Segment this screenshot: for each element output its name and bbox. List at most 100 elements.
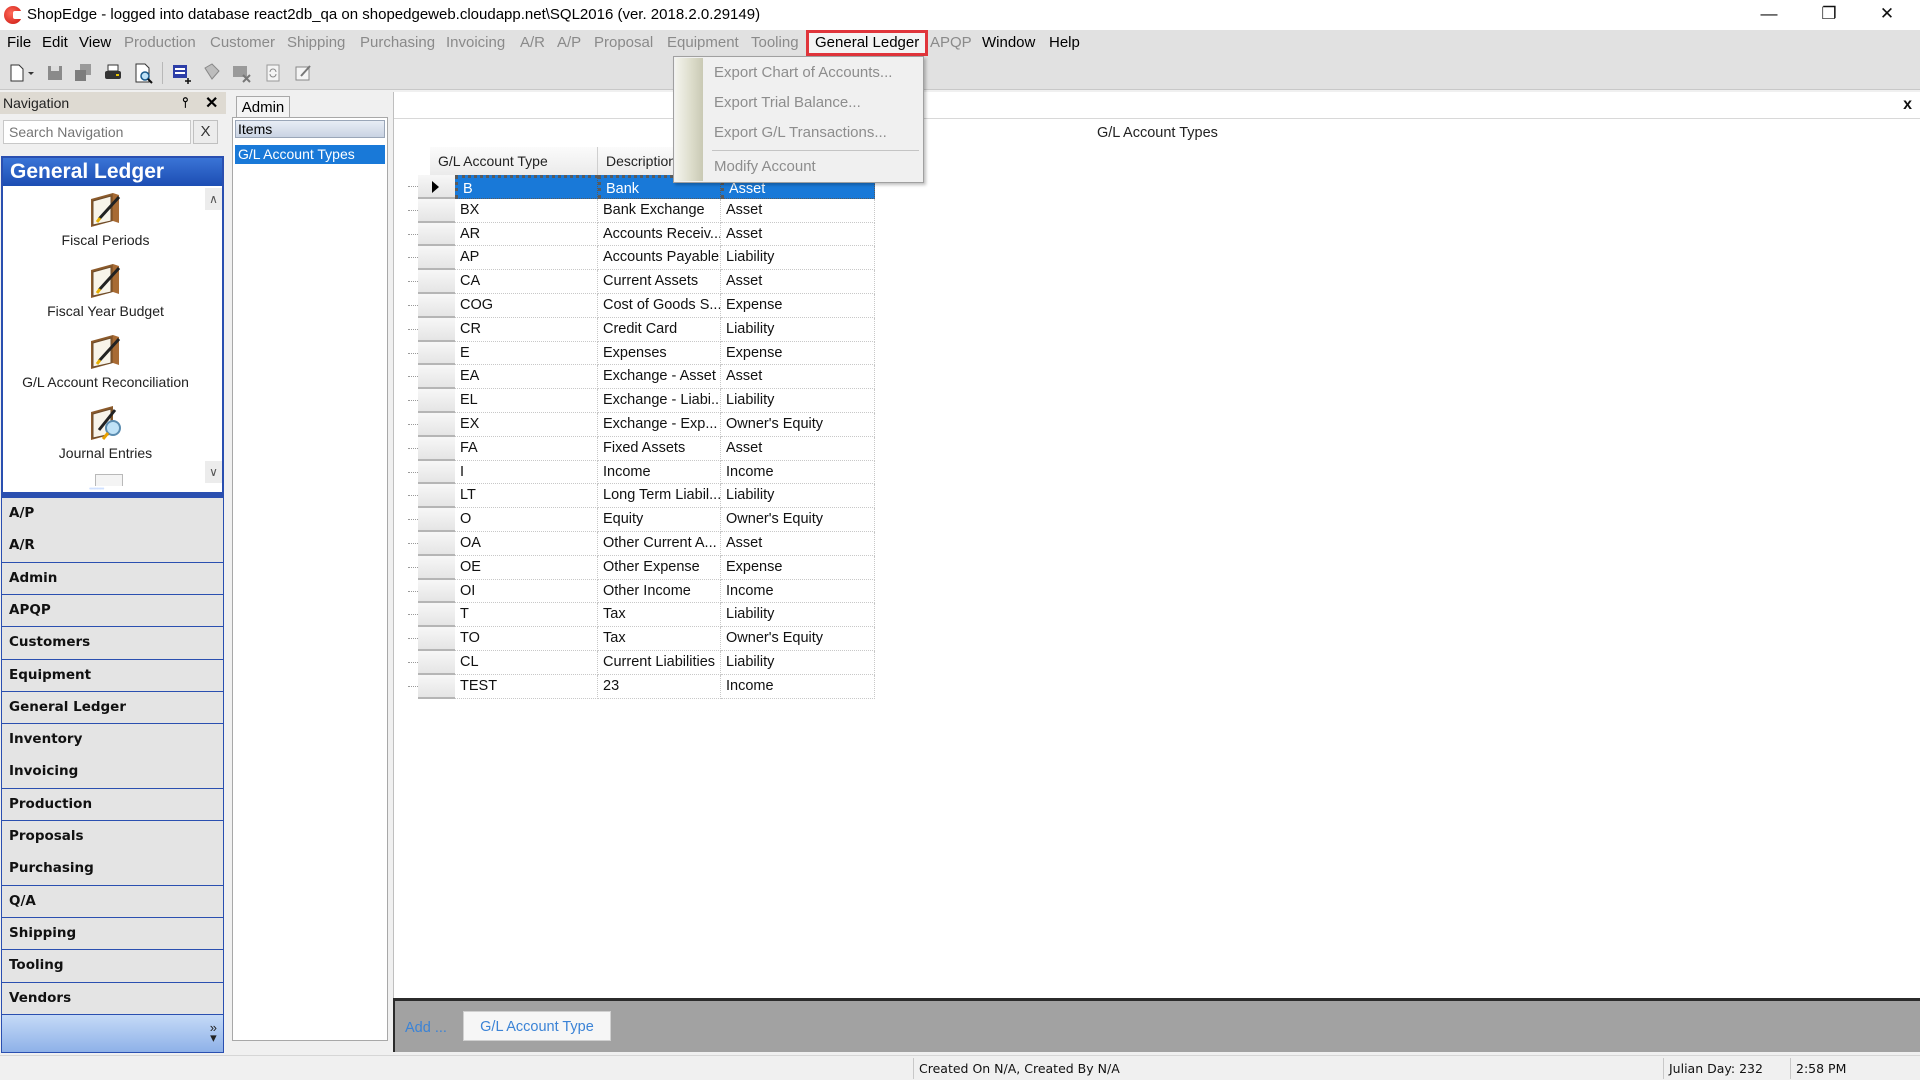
- cell-description[interactable]: Credit Card: [598, 317, 721, 342]
- cell-gl-account-type[interactable]: TEST: [455, 674, 598, 699]
- menu-general-ledger[interactable]: General Ledger: [805, 30, 929, 56]
- row-selector[interactable]: [418, 270, 455, 294]
- cell-description[interactable]: Exchange - Liabi...: [598, 389, 721, 413]
- cell-category[interactable]: Income: [721, 460, 875, 485]
- print-icon[interactable]: [102, 62, 124, 84]
- menu-ar[interactable]: A/R: [520, 33, 545, 53]
- cell-category[interactable]: Liability: [721, 603, 875, 628]
- cell-gl-account-type[interactable]: EA: [455, 365, 598, 390]
- add-record-icon[interactable]: [170, 62, 192, 84]
- cell-gl-account-type[interactable]: B: [455, 175, 598, 199]
- cell-category[interactable]: Asset: [721, 532, 875, 556]
- copy-record-icon[interactable]: [200, 62, 222, 84]
- nav-category-apqp[interactable]: APQP: [1, 594, 224, 628]
- cell-gl-account-type[interactable]: CA: [455, 270, 598, 294]
- menu-equipment[interactable]: Equipment: [667, 33, 739, 53]
- table-row[interactable]: CA Current Assets Asset: [408, 270, 888, 294]
- cell-gl-account-type[interactable]: FA: [455, 436, 598, 461]
- cell-description[interactable]: Fixed Assets: [598, 436, 721, 461]
- scroll-up-button[interactable]: ∧: [205, 188, 222, 210]
- cell-gl-account-type[interactable]: TO: [455, 627, 598, 651]
- nav-category-vendors[interactable]: Vendors: [1, 982, 224, 1015]
- table-row[interactable]: TEST 23 Income: [408, 674, 888, 699]
- menu-invoicing[interactable]: Invoicing: [446, 33, 505, 53]
- cell-gl-account-type[interactable]: CL: [455, 651, 598, 675]
- row-selector[interactable]: [418, 222, 455, 247]
- edit-icon[interactable]: [292, 62, 314, 84]
- row-selector[interactable]: [418, 436, 455, 461]
- row-selector[interactable]: [418, 484, 455, 509]
- cell-category[interactable]: Expense: [721, 294, 875, 318]
- cell-description[interactable]: Current Assets: [598, 270, 721, 294]
- cell-gl-account-type[interactable]: BX: [455, 198, 598, 223]
- cell-category[interactable]: Liability: [721, 389, 875, 413]
- row-selector[interactable]: [418, 317, 455, 342]
- cell-category[interactable]: Asset: [721, 436, 875, 461]
- table-row[interactable]: T Tax Liability: [408, 603, 888, 628]
- more-categories-button[interactable]: » ▾: [210, 1021, 217, 1044]
- cell-category[interactable]: Owner's Equity: [721, 627, 875, 651]
- cell-description[interactable]: Current Liabilities: [598, 651, 721, 675]
- row-selector[interactable]: [418, 365, 455, 390]
- cell-gl-account-type[interactable]: EX: [455, 413, 598, 437]
- menu-tooling[interactable]: Tooling: [751, 33, 799, 53]
- table-row[interactable]: LT Long Term Liabil... Liability: [408, 484, 888, 509]
- cell-gl-account-type[interactable]: I: [455, 460, 598, 485]
- nav-category-inventory[interactable]: Inventory: [1, 724, 224, 757]
- cell-description[interactable]: Bank Exchange: [598, 198, 721, 223]
- cell-category[interactable]: Owner's Equity: [721, 508, 875, 532]
- minimize-button[interactable]: —: [1740, 0, 1798, 30]
- nav-category-shipping[interactable]: Shipping: [1, 917, 224, 951]
- nav-category-invoicing[interactable]: Invoicing: [1, 756, 224, 789]
- cell-category[interactable]: Expense: [721, 341, 875, 366]
- menu-ap[interactable]: A/P: [557, 33, 581, 53]
- cell-gl-account-type[interactable]: E: [455, 341, 598, 366]
- menu-apqp[interactable]: APQP: [930, 33, 972, 53]
- row-selector[interactable]: [418, 175, 455, 199]
- cell-category[interactable]: Asset: [721, 365, 875, 390]
- column-header-gl-account-type[interactable]: G/L Account Type: [430, 147, 598, 175]
- table-row[interactable]: OI Other Income Income: [408, 579, 888, 604]
- row-selector[interactable]: [418, 674, 455, 699]
- menu-customer[interactable]: Customer: [210, 33, 275, 53]
- cell-description[interactable]: 23: [598, 674, 721, 699]
- cell-description[interactable]: Expenses: [598, 341, 721, 366]
- nav-category-general-ledger[interactable]: General Ledger: [1, 691, 224, 725]
- row-selector[interactable]: [418, 579, 455, 604]
- nav-task-fiscal-year-budget[interactable]: Fiscal Year Budget: [3, 262, 208, 319]
- menu-item-export-chart-of-accounts[interactable]: Export Chart of Accounts...: [714, 60, 892, 86]
- cell-gl-account-type[interactable]: T: [455, 603, 598, 628]
- cell-category[interactable]: Asset: [721, 198, 875, 223]
- cell-category[interactable]: Liability: [721, 651, 875, 675]
- nav-category-purchasing[interactable]: Purchasing: [1, 853, 224, 886]
- new-document-icon[interactable]: [6, 62, 28, 84]
- cell-category[interactable]: Liability: [721, 484, 875, 509]
- table-row[interactable]: EX Exchange - Exp... Owner's Equity: [408, 413, 888, 437]
- table-row[interactable]: O Equity Owner's Equity: [408, 508, 888, 532]
- table-row[interactable]: E Expenses Expense: [408, 341, 888, 366]
- row-selector[interactable]: [418, 532, 455, 556]
- cell-description[interactable]: Exchange - Exp...: [598, 413, 721, 437]
- restore-button[interactable]: ❐: [1800, 0, 1858, 30]
- nav-category-admin[interactable]: Admin: [1, 562, 224, 596]
- row-selector[interactable]: [418, 555, 455, 580]
- clear-search-button[interactable]: X: [193, 120, 218, 144]
- nav-task-gl-account-reconciliation[interactable]: G/L Account Reconciliation: [3, 333, 208, 390]
- cell-description[interactable]: Cost of Goods S...: [598, 294, 721, 318]
- menu-item-modify-account[interactable]: Modify Account: [714, 154, 816, 180]
- cell-category[interactable]: Owner's Equity: [721, 413, 875, 437]
- cell-category[interactable]: Income: [721, 579, 875, 604]
- cell-gl-account-type[interactable]: OI: [455, 579, 598, 604]
- menu-item-export-gl-transactions[interactable]: Export G/L Transactions...: [714, 120, 887, 146]
- add-gl-account-type-button[interactable]: G/L Account Type: [463, 1011, 611, 1041]
- save-icon[interactable]: [44, 62, 66, 84]
- cell-category[interactable]: Asset: [721, 270, 875, 294]
- menu-help[interactable]: Help: [1049, 33, 1080, 53]
- menu-item-export-trial-balance[interactable]: Export Trial Balance...: [714, 90, 861, 116]
- menu-file[interactable]: File: [7, 33, 31, 53]
- cell-description[interactable]: Accounts Payable: [598, 246, 721, 271]
- tab-admin[interactable]: Admin: [236, 96, 290, 118]
- save-all-icon[interactable]: [72, 62, 94, 84]
- cell-description[interactable]: Equity: [598, 508, 721, 532]
- item-gl-account-types[interactable]: G/L Account Types: [235, 145, 385, 164]
